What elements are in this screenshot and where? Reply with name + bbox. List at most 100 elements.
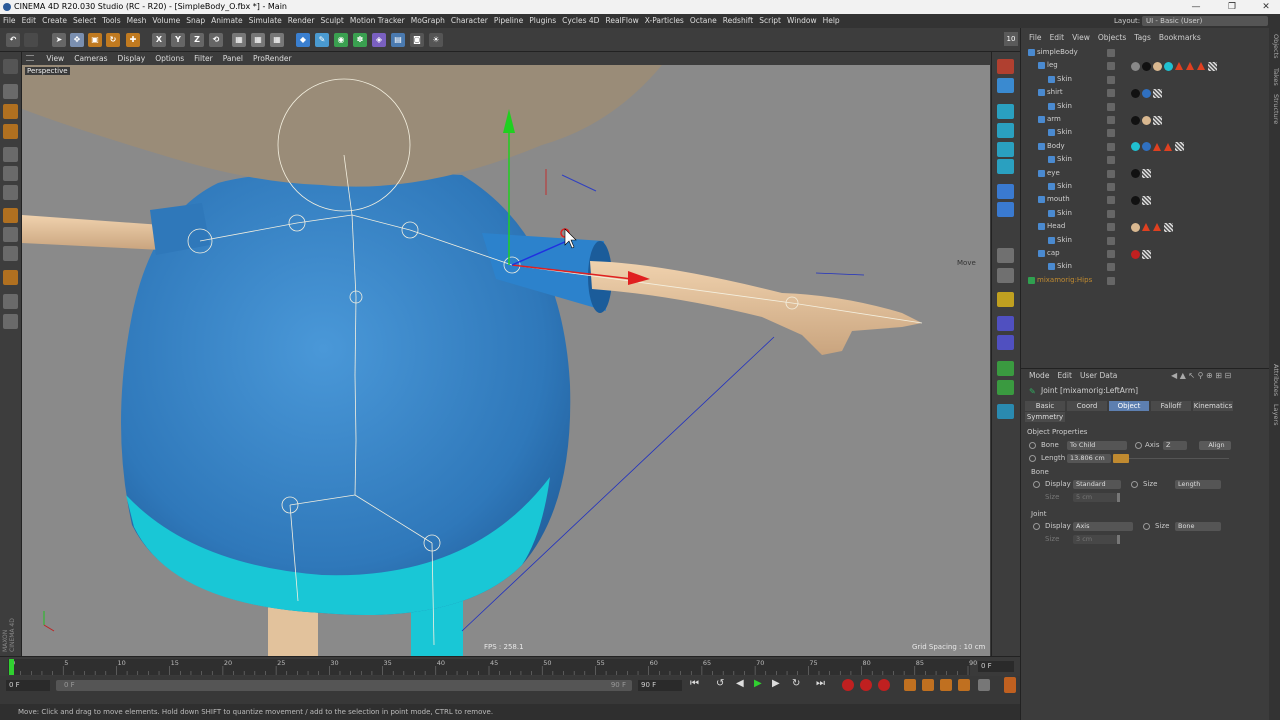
parameter-key-icon[interactable] bbox=[958, 679, 970, 691]
viewport-menu-prorender[interactable]: ProRender bbox=[253, 54, 292, 63]
close-button[interactable]: ✕ bbox=[1254, 0, 1278, 14]
viewport-menu-display[interactable]: Display bbox=[118, 54, 146, 63]
menu-animate[interactable]: Animate bbox=[211, 14, 242, 28]
rotate-tool-icon[interactable]: ↻ bbox=[106, 33, 120, 47]
menu-motion-tracker[interactable]: Motion Tracker bbox=[350, 14, 405, 28]
scale-key-icon[interactable] bbox=[922, 679, 934, 691]
material-tag-icon[interactable] bbox=[1131, 249, 1140, 259]
joint-display-anim-toggle[interactable] bbox=[1033, 523, 1040, 530]
material-tag-icon[interactable] bbox=[1142, 88, 1151, 98]
bind-tool-icon[interactable] bbox=[997, 159, 1014, 174]
cmotion-icon[interactable] bbox=[997, 268, 1014, 283]
menu-select[interactable]: Select bbox=[73, 14, 96, 28]
object-menu-view[interactable]: View bbox=[1072, 33, 1090, 42]
object-list[interactable]: simpleBody leg Skin shirt Skin arm Skin Body Ski… bbox=[1025, 46, 1265, 366]
texture-tag-icon[interactable] bbox=[1164, 222, 1173, 232]
object-row-skin[interactable]: Skin bbox=[1025, 153, 1265, 166]
bone-dropdown[interactable]: To Child bbox=[1067, 441, 1127, 450]
z-axis-lock[interactable]: Z bbox=[190, 33, 204, 47]
attribute-menu-user-data[interactable]: User Data bbox=[1080, 371, 1117, 380]
loop-button[interactable]: ↺ bbox=[716, 678, 730, 692]
pose-morph-icon[interactable] bbox=[997, 248, 1014, 263]
render-view-icon[interactable]: ▦ bbox=[232, 33, 246, 47]
attribute-nav-icons[interactable]: ◀ ▲ ↖ ⚲ ⊕ ⊞ ⊟ bbox=[1171, 371, 1267, 381]
character-object-icon[interactable] bbox=[997, 292, 1014, 307]
timeline-menu-icon[interactable] bbox=[1004, 677, 1016, 693]
object-row-shirt[interactable]: shirt bbox=[1025, 86, 1265, 99]
autokey-icon[interactable] bbox=[860, 679, 872, 691]
go-to-start-button[interactable]: ⏮ bbox=[690, 678, 704, 692]
solo-icon[interactable] bbox=[3, 314, 18, 329]
object-row-cap[interactable]: cap bbox=[1025, 247, 1265, 260]
texture-tag-icon[interactable] bbox=[1142, 195, 1151, 205]
mocca-icon[interactable] bbox=[997, 380, 1014, 395]
tab-coord[interactable]: Coord bbox=[1067, 401, 1107, 411]
viewport-menu-options[interactable]: Options bbox=[155, 54, 184, 63]
menu-octane[interactable]: Octane bbox=[690, 14, 717, 28]
planar-workplane-icon[interactable] bbox=[3, 294, 18, 309]
visibility-toggle[interactable] bbox=[1107, 263, 1115, 272]
menu-edit[interactable]: Edit bbox=[22, 14, 37, 28]
record-loop-button[interactable]: ↻ bbox=[792, 678, 806, 692]
visibility-toggle[interactable] bbox=[1107, 116, 1115, 124]
render-settings-icon[interactable]: ▦ bbox=[270, 33, 284, 47]
visibility-toggle[interactable] bbox=[1107, 209, 1115, 218]
tab-falloff[interactable]: Falloff bbox=[1151, 401, 1191, 411]
length-slider-track[interactable] bbox=[1129, 458, 1229, 459]
render-picture-viewer-icon[interactable]: ▦ bbox=[251, 33, 265, 47]
joint-display-dropdown[interactable]: Axis bbox=[1073, 522, 1133, 531]
bone-size-dropdown[interactable]: Length bbox=[1175, 480, 1221, 489]
minimize-button[interactable]: — bbox=[1184, 0, 1208, 14]
character-tool-icon[interactable] bbox=[997, 59, 1014, 74]
pose-tag-icon[interactable] bbox=[1186, 62, 1194, 71]
axis-dropdown[interactable]: Z bbox=[1163, 441, 1187, 450]
pen-icon[interactable]: ✎ bbox=[315, 33, 329, 47]
object-menu-tags[interactable]: Tags bbox=[1134, 33, 1151, 42]
menu-redshift[interactable]: Redshift bbox=[723, 14, 753, 28]
texture-tag-icon[interactable] bbox=[1208, 61, 1217, 71]
visibility-toggle[interactable] bbox=[1107, 169, 1115, 178]
visibility-toggle[interactable] bbox=[1107, 62, 1115, 71]
ik-spline-icon[interactable] bbox=[997, 361, 1014, 376]
joint-size-dropdown[interactable]: Bone bbox=[1175, 522, 1221, 531]
menu-simulate[interactable]: Simulate bbox=[249, 14, 282, 28]
menu-render[interactable]: Render bbox=[288, 14, 315, 28]
object-menu-bookmarks[interactable]: Bookmarks bbox=[1159, 33, 1201, 42]
coordinate-system-icon[interactable]: ⟲ bbox=[209, 33, 223, 47]
tab-symmetry[interactable]: Symmetry bbox=[1025, 412, 1065, 422]
object-row-eye[interactable]: eye bbox=[1025, 167, 1265, 180]
skin-icon[interactable] bbox=[997, 184, 1014, 199]
make-editable-icon[interactable] bbox=[3, 59, 18, 74]
timeline-svg[interactable]: 051015202530354045505560657075808590 bbox=[0, 657, 1020, 677]
range-slider[interactable]: 0 F 90 F bbox=[56, 680, 632, 691]
pose-tag-icon[interactable] bbox=[1142, 223, 1150, 232]
axis-mode-icon[interactable] bbox=[3, 208, 18, 223]
material-tag-icon[interactable] bbox=[1131, 142, 1140, 152]
weight-tool-icon[interactable] bbox=[997, 142, 1014, 157]
menu-script[interactable]: Script bbox=[759, 14, 781, 28]
visibility-toggle[interactable] bbox=[1107, 129, 1115, 138]
scale-tool-icon[interactable]: ▣ bbox=[88, 33, 102, 47]
cube-icon[interactable]: ◆ bbox=[296, 33, 310, 47]
play-button[interactable]: ▶ bbox=[754, 678, 768, 692]
menu-pipeline[interactable]: Pipeline bbox=[494, 14, 523, 28]
pose-tag-icon[interactable] bbox=[1175, 62, 1183, 71]
joint-group-heading[interactable]: Joint bbox=[1031, 509, 1046, 519]
visibility-toggle[interactable] bbox=[1107, 75, 1115, 84]
joint-size-anim-toggle[interactable] bbox=[1143, 523, 1150, 530]
visibility-toggle[interactable] bbox=[1107, 250, 1115, 258]
viewport-menu-filter[interactable]: Filter bbox=[194, 54, 213, 63]
menu-create[interactable]: Create bbox=[42, 14, 67, 28]
constraint-icon[interactable] bbox=[997, 335, 1014, 350]
add-tool-icon[interactable]: ✚ bbox=[126, 33, 140, 47]
x-axis-lock[interactable]: X bbox=[152, 33, 166, 47]
object-row-root[interactable]: simpleBody bbox=[1025, 46, 1265, 59]
menu-mesh[interactable]: Mesh bbox=[127, 14, 147, 28]
side-tab-structure[interactable]: Structure bbox=[1270, 94, 1280, 124]
maximize-button[interactable]: ❐ bbox=[1220, 0, 1244, 14]
menu-realflow[interactable]: RealFlow bbox=[605, 14, 638, 28]
object-row-skin[interactable]: Skin bbox=[1025, 73, 1265, 86]
menu-volume[interactable]: Volume bbox=[152, 14, 180, 28]
object-row-mouth[interactable]: mouth bbox=[1025, 193, 1265, 206]
menu-help[interactable]: Help bbox=[823, 14, 840, 28]
